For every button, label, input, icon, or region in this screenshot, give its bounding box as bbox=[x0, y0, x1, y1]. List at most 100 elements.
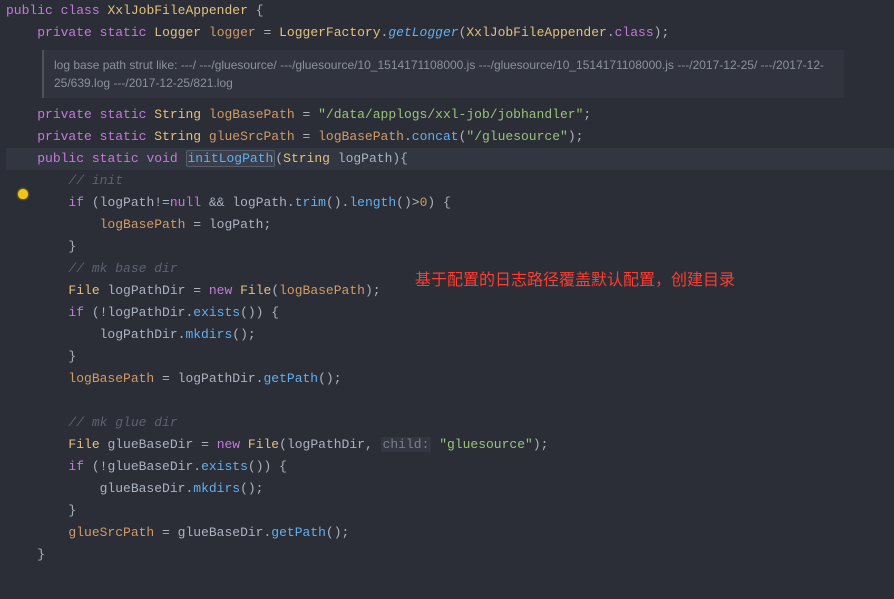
code-token: ()> bbox=[396, 195, 419, 210]
code-token: class bbox=[61, 3, 100, 18]
code-token: logPathDir bbox=[107, 305, 185, 320]
code-token: getPath bbox=[263, 371, 318, 386]
code-token: XxlJobFileAppender bbox=[466, 25, 606, 40]
code-token: private bbox=[37, 107, 92, 122]
code-token: trim bbox=[295, 195, 326, 210]
code-token: ); bbox=[568, 129, 584, 144]
javadoc-rendered: log base path strut like: ---/ ---/glues… bbox=[42, 50, 844, 98]
code-token: } bbox=[68, 503, 76, 518]
code-token: = bbox=[193, 437, 216, 452]
code-token: = bbox=[295, 129, 318, 144]
code-token: File bbox=[240, 283, 271, 298]
code-token: ( bbox=[275, 151, 283, 166]
code-token: } bbox=[68, 239, 76, 254]
code-token: mkdirs bbox=[185, 327, 232, 342]
code-token: logPath bbox=[232, 195, 287, 210]
code-token: = bbox=[185, 217, 208, 232]
code-token: ; bbox=[583, 107, 591, 122]
code-token: ){ bbox=[392, 151, 408, 166]
code-token: ) { bbox=[427, 195, 450, 210]
code-token: = bbox=[154, 525, 177, 540]
code-token: ; bbox=[263, 217, 271, 232]
code-token: logPath bbox=[209, 217, 264, 232]
code-token: . bbox=[193, 459, 201, 474]
code-token: static bbox=[100, 107, 147, 122]
code-token: logPathDir bbox=[100, 327, 178, 342]
code-token: static bbox=[100, 25, 147, 40]
code-token: && bbox=[201, 195, 232, 210]
code-token: String bbox=[283, 151, 330, 166]
code-token: logPath bbox=[100, 195, 155, 210]
code-token: exists bbox=[201, 459, 248, 474]
code-comment: // mk base dir bbox=[68, 261, 177, 276]
code-token: (! bbox=[84, 305, 107, 320]
code-token: . bbox=[404, 129, 412, 144]
code-token: XxlJobFileAppender bbox=[107, 3, 247, 18]
code-token: "gluesource" bbox=[439, 437, 533, 452]
code-token: if bbox=[68, 305, 84, 320]
code-token: = bbox=[154, 371, 177, 386]
code-token: } bbox=[37, 547, 45, 562]
code-token: logger bbox=[209, 25, 256, 40]
code-area[interactable]: public class XxlJobFileAppender { privat… bbox=[6, 0, 894, 44]
code-token: "/data/applogs/xxl-job/jobhandler" bbox=[318, 107, 583, 122]
code-token: = bbox=[185, 283, 208, 298]
code-token: logBasePath bbox=[68, 371, 154, 386]
code-token: logBasePath bbox=[209, 107, 295, 122]
code-token: mkdirs bbox=[193, 481, 240, 496]
code-token: logPath bbox=[338, 151, 393, 166]
code-token: (! bbox=[84, 459, 107, 474]
code-token: ); bbox=[365, 283, 381, 298]
code-comment: // init bbox=[68, 173, 123, 188]
code-token: getLogger bbox=[388, 25, 458, 40]
code-token: "/gluesource" bbox=[466, 129, 567, 144]
code-token: logBasePath bbox=[318, 129, 404, 144]
code-token: ( bbox=[84, 195, 100, 210]
code-token: LoggerFactory bbox=[279, 25, 380, 40]
code-token: glueBaseDir bbox=[107, 437, 193, 452]
code-token: class bbox=[615, 25, 654, 40]
code-token: logBasePath bbox=[100, 217, 186, 232]
code-token: (); bbox=[240, 481, 263, 496]
code-token: length bbox=[349, 195, 396, 210]
code-token: = bbox=[295, 107, 318, 122]
code-token: concat bbox=[412, 129, 459, 144]
code-token: != bbox=[154, 195, 170, 210]
code-token: (); bbox=[318, 371, 341, 386]
code-token: File bbox=[248, 437, 279, 452]
code-editor[interactable]: public class XxlJobFileAppender { privat… bbox=[0, 0, 894, 566]
code-token: = bbox=[256, 25, 279, 40]
code-token: logPathDir bbox=[287, 437, 365, 452]
code-token: glueSrcPath bbox=[209, 129, 295, 144]
code-token: , bbox=[365, 437, 381, 452]
code-token: initLogPath bbox=[188, 151, 274, 166]
code-area[interactable]: private static String logBasePath = "/da… bbox=[6, 104, 894, 566]
code-token: ( bbox=[279, 437, 287, 452]
overlay-annotation: 基于配置的日志路径覆盖默认配置，创建目录 bbox=[415, 270, 735, 292]
code-token: String bbox=[154, 107, 201, 122]
code-token: glueBaseDir bbox=[178, 525, 264, 540]
code-token: } bbox=[68, 349, 76, 364]
code-token: private bbox=[37, 25, 92, 40]
code-token: private bbox=[37, 129, 92, 144]
code-token: void bbox=[146, 151, 177, 166]
code-token: logPathDir bbox=[107, 283, 185, 298]
code-token: getPath bbox=[271, 525, 326, 540]
code-comment: // mk glue dir bbox=[68, 415, 177, 430]
param-hint: child: bbox=[381, 437, 432, 452]
code-token: (); bbox=[326, 525, 349, 540]
code-token: File bbox=[68, 437, 99, 452]
code-token: ); bbox=[654, 25, 670, 40]
code-token: glueSrcPath bbox=[68, 525, 154, 540]
code-token: static bbox=[92, 151, 139, 166]
code-token: String bbox=[154, 129, 201, 144]
code-token: glueBaseDir bbox=[107, 459, 193, 474]
code-token: { bbox=[248, 3, 264, 18]
code-token: static bbox=[100, 129, 147, 144]
code-token: ()) { bbox=[248, 459, 287, 474]
intention-bulb-icon[interactable] bbox=[18, 189, 28, 199]
code-token: ); bbox=[533, 437, 549, 452]
code-token: (); bbox=[232, 327, 255, 342]
code-token: . bbox=[607, 25, 615, 40]
code-token: File bbox=[68, 283, 99, 298]
